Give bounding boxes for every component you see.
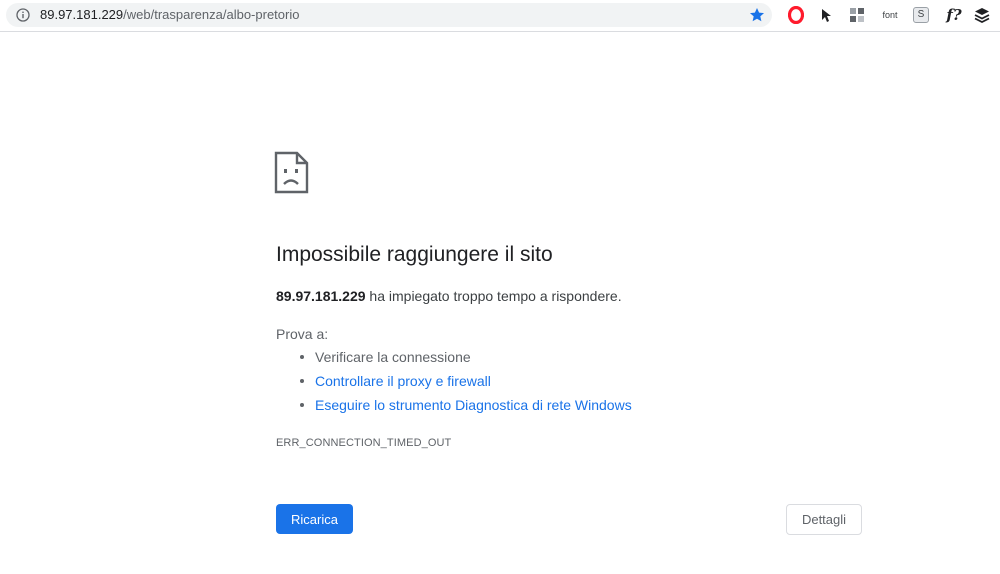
- browser-toolbar: 89.97.181.229/web/trasparenza/albo-preto…: [0, 0, 1000, 32]
- suggestion-check-proxy-link[interactable]: Controllare il proxy e firewall: [276, 372, 632, 396]
- cursor-icon[interactable]: [817, 5, 835, 25]
- s-icon[interactable]: S: [912, 5, 930, 25]
- try-label: Prova a:: [276, 326, 329, 342]
- sad-document-icon: [274, 151, 309, 194]
- error-title: Impossibile raggiungere il sito: [276, 243, 553, 266]
- details-button[interactable]: Dettagli: [786, 504, 862, 535]
- suggestions-list: Verificare la connessione Controllare il…: [276, 348, 632, 420]
- error-message: ha impiegato troppo tempo a rispondere.: [365, 288, 622, 304]
- font-icon[interactable]: font: [878, 5, 902, 25]
- url-path: /web/trasparenza/albo-pretorio: [123, 7, 300, 22]
- function-icon[interactable]: f?: [942, 5, 966, 25]
- star-icon[interactable]: [749, 7, 765, 23]
- suggestion-check-connection: Verificare la connessione: [276, 348, 632, 372]
- opera-icon[interactable]: [786, 5, 806, 25]
- info-icon[interactable]: [16, 8, 30, 22]
- url-host: 89.97.181.229: [40, 7, 124, 22]
- error-summary: 89.97.181.229 ha impiegato troppo tempo …: [276, 287, 622, 305]
- error-code: ERR_CONNECTION_TIMED_OUT: [276, 437, 452, 449]
- url-text[interactable]: 89.97.181.229/web/trasparenza/albo-preto…: [40, 8, 299, 22]
- suggestion-network-diagnostics-link[interactable]: Eseguire lo strumento Diagnostica di ret…: [276, 396, 632, 420]
- reload-button[interactable]: Ricarica: [276, 504, 353, 534]
- layers-icon[interactable]: [972, 5, 992, 25]
- s-icon-label: S: [913, 7, 929, 23]
- error-host: 89.97.181.229: [276, 288, 366, 304]
- puzzle-icon[interactable]: [847, 5, 867, 25]
- address-bar[interactable]: 89.97.181.229/web/trasparenza/albo-preto…: [6, 3, 772, 27]
